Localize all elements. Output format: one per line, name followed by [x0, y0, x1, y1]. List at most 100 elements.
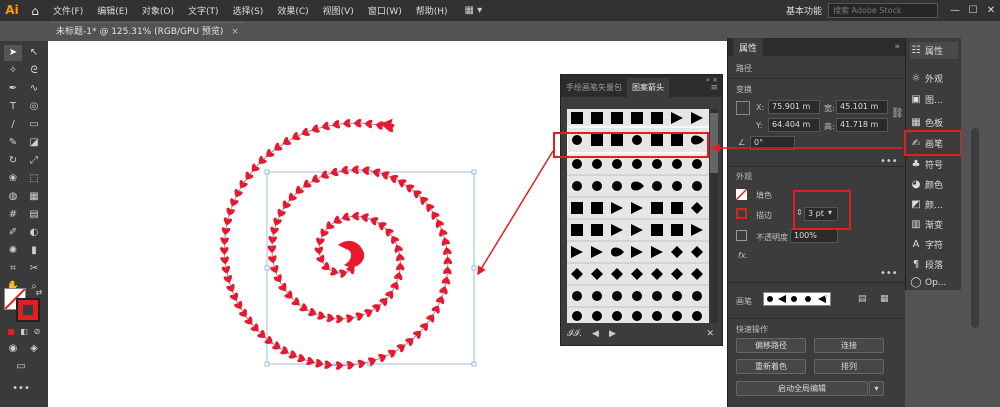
screen-mode-icon[interactable]: ▭ — [12, 359, 30, 375]
shape-builder-tool-icon[interactable]: ◍ — [4, 189, 22, 205]
eraser-tool-icon[interactable]: ◪ — [25, 135, 43, 151]
stroke-swatch[interactable] — [16, 298, 40, 322]
curvature-tool-icon[interactable]: ∿ — [25, 81, 43, 97]
dock-opentype[interactable]: ◯ Op... — [910, 276, 958, 289]
direct-selection-tool-icon[interactable]: ↖ — [25, 45, 43, 61]
appearance-more-icon[interactable]: ••• — [880, 268, 898, 279]
column-graph-tool-icon[interactable]: ▮ — [25, 243, 43, 259]
brush-swatch-mark — [651, 246, 663, 258]
minimize-icon[interactable]: — — [946, 5, 964, 16]
menu-help[interactable]: 帮助(H) — [409, 4, 455, 17]
gradient-tool-icon[interactable]: ▤ — [25, 207, 43, 223]
draw-inside-icon[interactable]: ◈ — [25, 341, 43, 357]
dock-color[interactable]: ◕ 颜色 — [910, 176, 958, 193]
perspective-grid-tool-icon[interactable]: ▦ — [25, 189, 43, 205]
lasso-tool-icon[interactable]: ᘓ — [25, 63, 43, 79]
library-menu-icon[interactable]: 𝓘𝓘. — [567, 329, 582, 339]
stroke-color-swatch[interactable] — [736, 208, 747, 219]
paintbrush-tool-icon[interactable]: ✎ — [4, 135, 22, 151]
dock-paragraph[interactable]: ¶ 段落 — [910, 256, 958, 273]
edit-toolbar-icon[interactable]: ••• — [12, 381, 30, 397]
angle-field[interactable]: 0° — [750, 136, 795, 150]
reference-point-icon[interactable] — [736, 101, 750, 115]
workspace-switcher[interactable]: 基本功能 — [786, 4, 828, 17]
dock-properties[interactable]: ☷ 属性 — [910, 42, 958, 59]
settings-icon[interactable]: ✕ — [706, 329, 714, 339]
opacity-field[interactable]: 100% — [790, 229, 838, 243]
slice-tool-icon[interactable]: ✂ — [25, 261, 43, 277]
brush-grid-scrollbar[interactable] — [710, 109, 718, 323]
dock-gradient[interactable]: ▥ 渐变 — [910, 216, 958, 233]
menu-file[interactable]: 文件(F) — [46, 4, 90, 17]
brush-dropdown-icon[interactable]: ▾ — [824, 292, 828, 301]
stock-search-input[interactable]: 搜索 Adobe Stock — [828, 3, 938, 18]
line-tool-icon[interactable]: / — [4, 117, 22, 133]
rotate-tool-icon[interactable]: ↻ — [4, 153, 22, 169]
symbol-sprayer-tool-icon[interactable]: ✺ — [4, 243, 22, 259]
warp-tool-icon[interactable]: ❀ — [4, 171, 22, 187]
pen-tool-icon[interactable]: ✒ — [4, 81, 22, 97]
eyedropper-tool-icon[interactable]: ✐ — [4, 225, 22, 241]
close-window-icon[interactable]: ✕ — [982, 5, 1000, 16]
brush-libraries-icon[interactable]: ▦ — [880, 294, 889, 304]
menu-object[interactable]: 对象(O) — [135, 4, 181, 17]
document-tab[interactable]: 未标题-1* @ 125.31% (RGB/GPU 预览) × — [50, 22, 245, 41]
height-field[interactable]: 41.718 m — [836, 118, 888, 132]
dock-symbols[interactable]: ♣ 符号 — [910, 156, 958, 173]
menu-window[interactable]: 窗口(W) — [361, 4, 409, 17]
dock-character[interactable]: A 字符 — [910, 236, 958, 253]
menu-view[interactable]: 视图(V) — [316, 4, 361, 17]
blend-tool-icon[interactable]: ◐ — [25, 225, 43, 241]
collapse-panel-icon[interactable]: » — [894, 42, 900, 52]
brush-options-icon[interactable]: ▤ — [858, 294, 867, 304]
link-constrain-icon[interactable]: ⛓ — [891, 108, 904, 119]
next-library-icon[interactable]: ▶ — [609, 329, 616, 339]
heart-shape — [406, 184, 415, 193]
fx-button[interactable]: fx. — [738, 251, 748, 260]
mesh-tool-icon[interactable]: # — [4, 207, 22, 223]
x-field[interactable]: 75.901 m — [768, 100, 820, 114]
heart-shape — [398, 179, 407, 188]
tab-pattern-arrows[interactable]: 图案箭头 — [627, 78, 669, 97]
fill-color-swatch[interactable] — [735, 188, 748, 201]
home-icon[interactable]: ⌂ — [24, 4, 46, 18]
brush-preview[interactable] — [763, 292, 831, 306]
global-edit-dropdown-icon[interactable]: ▾ — [869, 381, 884, 396]
offset-path-button[interactable]: 偏移路径 — [736, 338, 806, 353]
draw-mode-icon[interactable]: ◉ — [4, 341, 22, 357]
magic-wand-tool-icon[interactable]: ✧ — [4, 63, 22, 79]
properties-title[interactable]: 属性 — [733, 37, 764, 57]
width-field[interactable]: 45.101 m — [836, 100, 888, 114]
free-transform-tool-icon[interactable]: ⬚ — [25, 171, 43, 187]
rectangle-tool-icon[interactable]: ▭ — [25, 117, 43, 133]
dock-swatches[interactable]: ▦ 色板 — [910, 114, 958, 131]
scale-tool-icon[interactable]: ⤢ — [25, 153, 43, 169]
previous-library-icon[interactable]: ◀ — [592, 329, 599, 339]
artboard-tool-icon[interactable]: ⌗ — [4, 261, 22, 277]
spiral-tool-icon[interactable]: ◎ — [25, 99, 43, 115]
recolor-button[interactable]: 重新着色 — [736, 359, 806, 374]
menu-type[interactable]: 文字(T) — [181, 4, 226, 17]
tab-handdrawn-brushes[interactable]: 手绘画笔矢量包 — [561, 78, 627, 97]
selection-tool-icon[interactable]: ➤ — [4, 45, 22, 61]
dock-appearance[interactable]: ☼ 外观 — [910, 70, 958, 87]
arrange-button[interactable]: 排列 — [814, 359, 884, 374]
vertical-scrollbar-area[interactable] — [961, 38, 1000, 407]
global-edit-button[interactable]: 启动全局编辑 — [736, 381, 868, 396]
dock-graphic-styles[interactable]: ▣ 图... — [910, 91, 958, 108]
menu-edit[interactable]: 编辑(E) — [90, 4, 135, 17]
y-field[interactable]: 64.404 m — [768, 118, 820, 132]
panel-menu-icon[interactable]: ≡ — [706, 83, 722, 97]
menu-select[interactable]: 选择(S) — [226, 4, 271, 17]
join-button[interactable]: 连接 — [814, 338, 884, 353]
heart-shape — [288, 350, 297, 359]
dock-color-guide[interactable]: ◩ 颜... — [910, 196, 958, 213]
none-mode-icon[interactable]: ⊘ — [28, 324, 46, 340]
type-tool-icon[interactable]: T — [4, 99, 22, 115]
arrange-documents-icon[interactable]: ▦ ▾ — [465, 5, 483, 16]
close-tab-icon[interactable]: × — [231, 27, 239, 37]
swap-fill-stroke-icon[interactable]: ⇄ — [30, 285, 48, 301]
panel-collapse-icon[interactable]: » × — [706, 76, 718, 84]
maximize-icon[interactable]: ☐ — [964, 5, 982, 16]
menu-effect[interactable]: 效果(C) — [270, 4, 315, 17]
